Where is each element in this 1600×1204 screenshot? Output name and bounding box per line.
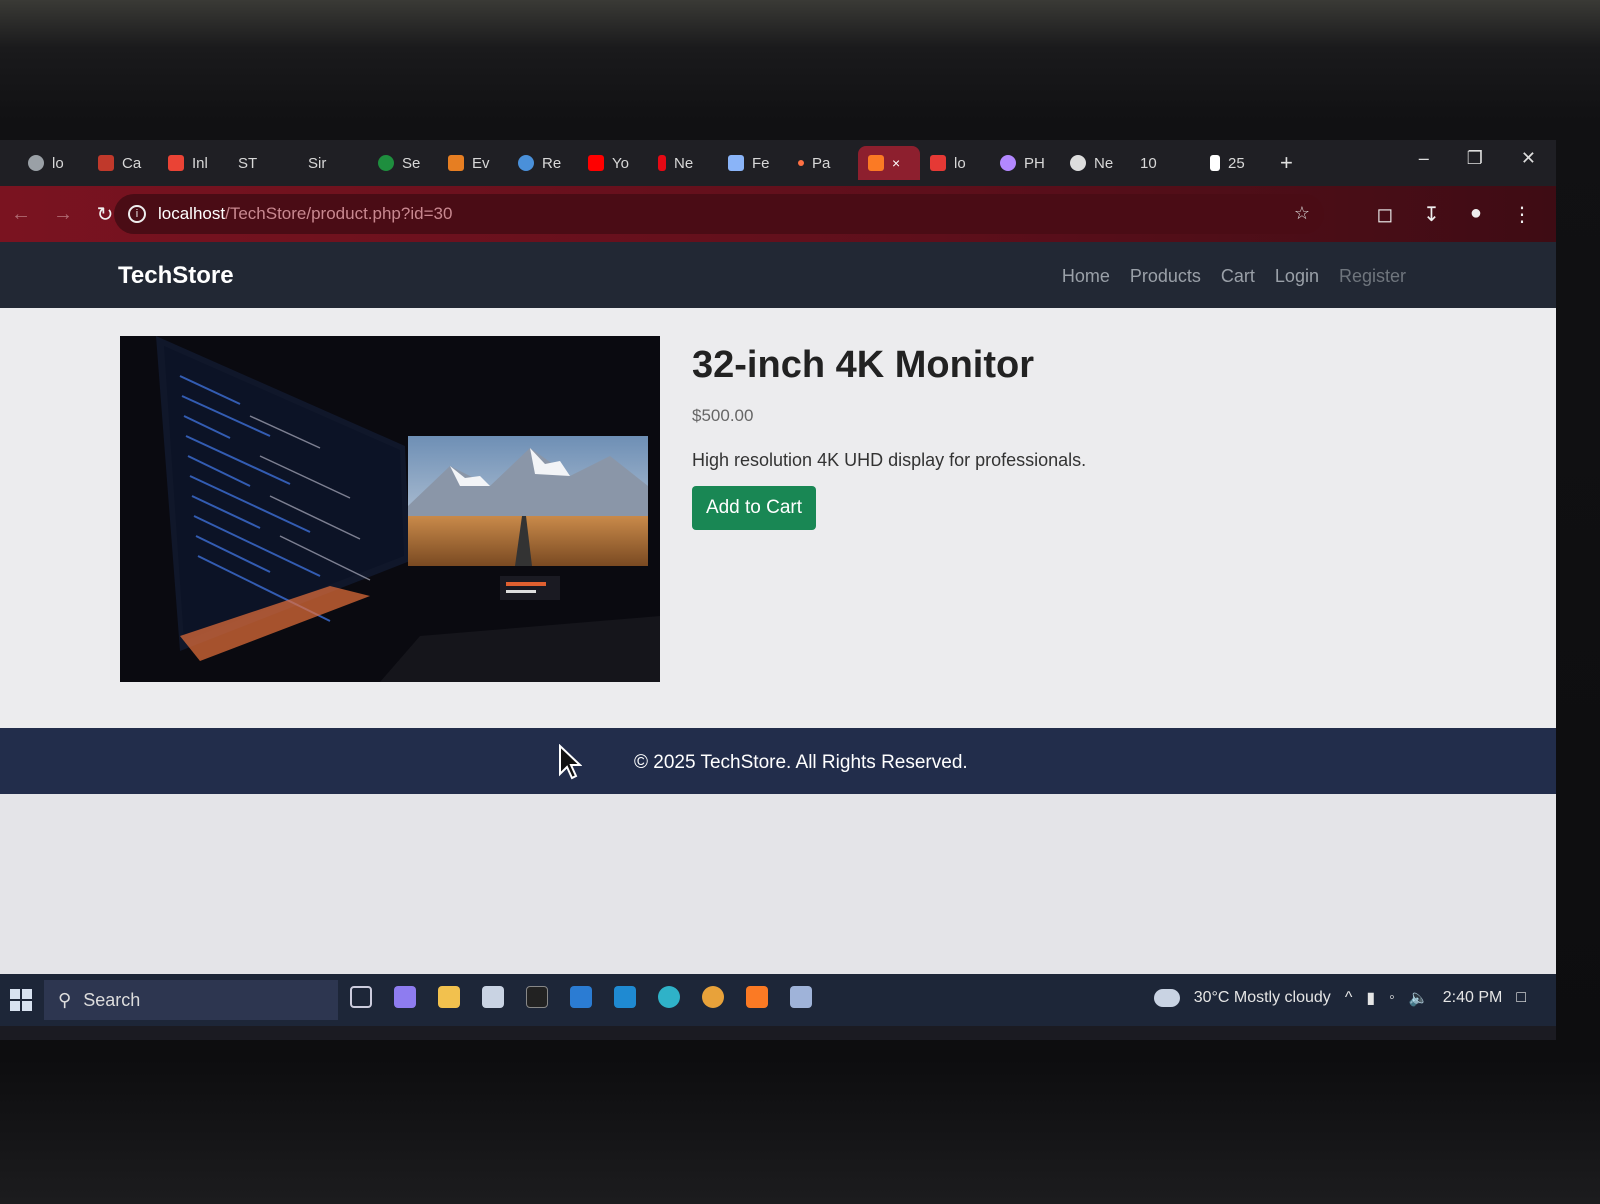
favicon-icon: [98, 155, 114, 171]
forward-icon[interactable]: →: [42, 203, 84, 226]
tab[interactable]: 10: [1130, 146, 1200, 180]
tab[interactable]: Se: [368, 146, 438, 180]
nav-login[interactable]: Login: [1275, 266, 1319, 287]
tab[interactable]: Ne: [1060, 146, 1130, 180]
tab[interactable]: PH: [990, 146, 1060, 180]
tab[interactable]: Re: [508, 146, 578, 180]
app-icon[interactable]: [526, 986, 548, 1008]
tab-active[interactable]: ×: [858, 146, 920, 180]
store-icon[interactable]: [482, 986, 504, 1008]
nav-home[interactable]: Home: [1062, 266, 1110, 287]
footer-copyright: © 2025 TechStore. All Rights Reserved.: [634, 752, 968, 773]
address-bar[interactable]: i localhost /TechStore/product.php?id=30…: [114, 194, 1324, 234]
favicon-icon: [728, 155, 744, 171]
xampp-icon: [868, 155, 884, 171]
edge-icon[interactable]: [658, 986, 680, 1008]
restore-icon[interactable]: ❐: [1467, 148, 1483, 169]
tab[interactable]: Ev: [438, 146, 508, 180]
favicon-icon: [448, 155, 464, 171]
chrome-icon: [1070, 155, 1086, 171]
tab[interactable]: Pa: [788, 146, 858, 180]
vscode-icon[interactable]: [614, 986, 636, 1008]
battery-icon[interactable]: ▮: [1366, 988, 1375, 1008]
notification-icon[interactable]: □: [1516, 989, 1526, 1007]
download-icon[interactable]: ↧: [1423, 202, 1440, 227]
product-title: 32-inch 4K Monitor: [692, 344, 1035, 386]
weather-text[interactable]: 30°C Mostly cloudy: [1194, 989, 1331, 1007]
xampp-icon[interactable]: [746, 986, 768, 1008]
chevron-up-icon[interactable]: ^: [1345, 989, 1353, 1007]
taskbar-search[interactable]: ⚲ Search: [44, 980, 338, 1020]
minimize-icon[interactable]: –: [1419, 148, 1429, 169]
tab-gmail[interactable]: Inl: [158, 146, 228, 180]
favicon-icon: [518, 155, 534, 171]
tab[interactable]: lo: [920, 146, 990, 180]
tab-netflix[interactable]: Ne: [648, 146, 718, 180]
search-icon: ⚲: [58, 989, 72, 1010]
new-tab-button[interactable]: +: [1270, 150, 1303, 176]
site-footer: © 2025 TechStore. All Rights Reserved.: [0, 728, 1556, 794]
url-host: localhost: [158, 204, 226, 223]
info-icon[interactable]: i: [128, 205, 146, 223]
outlook-icon[interactable]: [570, 986, 592, 1008]
product-price: $500.00: [692, 406, 754, 425]
taskbar-apps: [350, 986, 812, 1008]
nav-cart[interactable]: Cart: [1221, 266, 1255, 287]
menu-icon[interactable]: ⋮: [1512, 202, 1532, 227]
profile-icon[interactable]: ●: [1470, 202, 1482, 227]
gmail-icon: [168, 155, 184, 171]
add-to-cart-button[interactable]: Add to Cart: [692, 486, 816, 530]
extensions-icon[interactable]: ◻: [1377, 202, 1394, 227]
nav-products[interactable]: Products: [1130, 266, 1201, 287]
system-tray: 30°C Mostly cloudy ^ ▮ ◦ 🔈 2:40 PM □: [1153, 988, 1526, 1008]
clock-time[interactable]: 2:40 PM: [1443, 989, 1503, 1007]
favicon-icon: [930, 155, 946, 171]
window-controls: – ❐ ✕: [1419, 148, 1536, 169]
close-window-icon[interactable]: ✕: [1521, 148, 1536, 169]
page-blank-area: [0, 794, 1556, 974]
tab-youtube[interactable]: Yo: [578, 146, 648, 180]
product-description: High resolution 4K UHD display for profe…: [692, 450, 1087, 470]
bookmark-star-icon[interactable]: ☆: [1294, 203, 1310, 224]
taskbar: ⚲ Search 30°C Mostly cloudy ^ ▮ ◦ 🔈 2:40…: [0, 974, 1556, 1026]
tab[interactable]: Ca: [88, 146, 158, 180]
favicon-icon: [378, 155, 394, 171]
tab[interactable]: lo: [18, 146, 88, 180]
product-image: [120, 336, 660, 682]
site-brand[interactable]: TechStore: [118, 262, 234, 290]
wifi-icon[interactable]: ◦: [1389, 989, 1395, 1007]
tab[interactable]: Fe: [718, 146, 788, 180]
tab[interactable]: ST: [228, 146, 298, 180]
site-navbar: TechStore Home Products Cart Login Regis…: [0, 242, 1556, 308]
keyboard-icon[interactable]: [790, 986, 812, 1008]
favicon-icon: [1000, 155, 1016, 171]
monitor-photo-illustration: [120, 336, 660, 682]
favicon-icon: [28, 155, 44, 171]
youtube-icon: [588, 155, 604, 171]
file-explorer-icon[interactable]: [438, 986, 460, 1008]
close-tab-icon[interactable]: ×: [892, 155, 900, 171]
tab-strip: lo Ca Inl ST Sir Se Ev Re Yo Ne Fe Pa × …: [0, 140, 1556, 186]
copilot-icon[interactable]: [394, 986, 416, 1008]
mouse-cursor-icon: [559, 744, 582, 780]
nav-register[interactable]: Register: [1339, 266, 1406, 287]
product-section: 32-inch 4K Monitor $500.00 High resoluti…: [0, 308, 1556, 728]
nav-links: Home Products Cart Login Register: [1062, 266, 1406, 287]
favicon-icon: [1210, 155, 1220, 171]
volume-icon[interactable]: 🔈: [1409, 988, 1429, 1008]
screen: lo Ca Inl ST Sir Se Ev Re Yo Ne Fe Pa × …: [0, 140, 1556, 1040]
chrome-icon[interactable]: [702, 986, 724, 1008]
taskbar-search-label: Search: [83, 989, 141, 1010]
windows-start-icon[interactable]: [10, 989, 32, 1011]
netflix-icon: [658, 155, 666, 171]
toolbar: ← → ↻ i localhost /TechStore/product.php…: [0, 186, 1556, 242]
tab[interactable]: 25: [1200, 146, 1270, 180]
favicon-icon: [798, 160, 804, 166]
back-icon[interactable]: ←: [0, 203, 42, 226]
task-view-icon[interactable]: [350, 986, 372, 1008]
toolbar-icons: ◻ ↧ ● ⋮: [1377, 202, 1532, 227]
weather-cloud-icon: [1153, 989, 1180, 1007]
tab[interactable]: Sir: [298, 146, 368, 180]
url-path: /TechStore/product.php?id=30: [225, 204, 453, 223]
